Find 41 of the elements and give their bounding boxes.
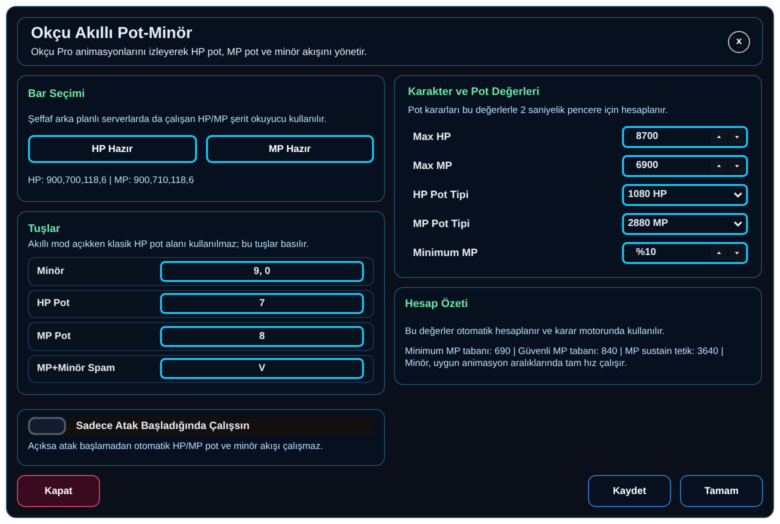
toggle-switch[interactable] [28,417,66,435]
section-description: Bu değerler otomatik hesaplanır ve karar motorunda kullanılır. [405,326,666,338]
chevron-down-icon [733,190,743,198]
key-input-field[interactable]: 8 [160,326,364,347]
key-label: Minör [37,266,66,277]
field-label: Max MP [413,160,452,172]
field-label: HP Pot Tipi [413,188,469,200]
number-spinner-field[interactable]: 6900 [622,154,748,176]
section-title: Bar Seçimi [28,88,86,100]
key-label: MP Pot [37,330,72,342]
key-input-field[interactable]: 7 [160,293,364,314]
chevron-down-icon [733,220,743,228]
dropdown-field[interactable]: 1080 HP [622,184,748,206]
number-spinner-field[interactable]: %10 [622,242,748,264]
number-spinner-field[interactable]: 8700 [622,126,748,148]
ready-button[interactable]: MP Hazır [206,135,374,163]
toggle-description: Açıksa atak başlamadan otomatik HP/MP pot ve minör akışı çalışmaz. [28,441,324,453]
field-label: Minimum MP [413,246,478,258]
section-description: Pot kararları bu değerlerle 2 saniyelik pencere için hesaplanır. [408,105,669,117]
ready-button[interactable]: HP Hazır [28,135,196,163]
section-description: Şeffaf arka planlı serverlarda da çalışan HP/MP şerit okuyucu kullanılır. [28,114,328,126]
window-subtitle: Okçu Pro animasyonlarını izleyerek HP pot, MP pot ve minör akışını yönetir. [31,47,367,58]
close-dialog-button[interactable]: Kapat [17,475,100,507]
key-input-field[interactable]: V [160,358,364,380]
key-input-field[interactable]: 9, 0 [160,260,364,282]
field-label: MP Pot Tipi [413,218,470,230]
key-label: HP Pot [37,298,71,310]
window-title: Okçu Akıllı Pot-Minör [31,25,194,43]
key-label: MP+Minör Spam [37,363,116,374]
close-button[interactable]: x [728,30,750,52]
dropdown-field[interactable]: 2880 MP [622,212,748,234]
footer-button[interactable]: Tamam [680,475,763,507]
section-title: Karakter ve Pot Değerleri [408,86,540,98]
summary-details: Minimum MP tabanı: 690 | Güvenli MP tabanı: 840 | MP sustain tetik: 3640 | Minör, uygun animasyon aralıklarında tam hız çalışır. [405,346,724,370]
section-title: Tuşlar [28,223,62,235]
bar-readout: HP: 900,700,118,6 | MP: 900,710,118,6 [28,175,195,187]
section-title: Hesap Özeti [405,298,469,310]
footer-button[interactable]: Kaydet [588,475,671,507]
section-description: Akıllı mod açıkken klasik HP pot alanı kullanılmaz; bu tuşlar basılır. [28,239,310,251]
field-label: Max HP [413,130,451,142]
toggle-label: Sadece Atak Başladığında Çalışsın [76,420,250,432]
